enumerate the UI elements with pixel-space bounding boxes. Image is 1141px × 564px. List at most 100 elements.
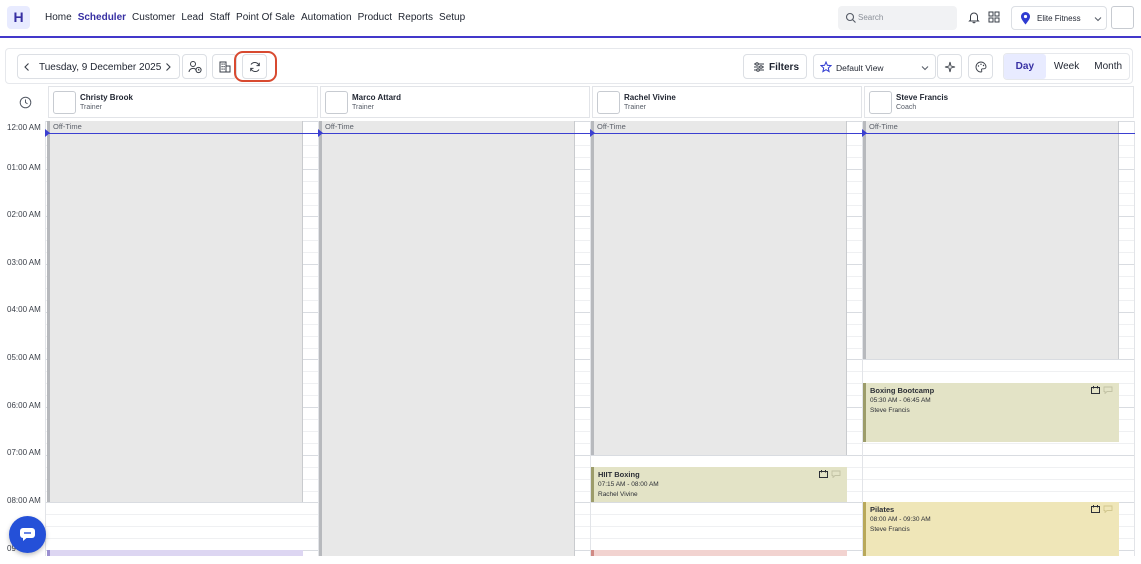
view-month-tab[interactable]: Month <box>1087 54 1129 79</box>
filters-label: Filters <box>769 62 800 73</box>
hour-label: 12:00 AM <box>7 123 41 132</box>
chat-icon <box>20 528 35 541</box>
hour-label: 01:00 AM <box>7 163 41 172</box>
current-time-marker <box>45 129 50 137</box>
hour-label: 02:00 AM <box>7 210 41 219</box>
event-time: 08:00 AM - 09:30 AM <box>870 516 931 523</box>
staff-role: Trainer <box>80 104 102 111</box>
calendar-icon <box>819 470 828 478</box>
location-selector[interactable]: Elite Fitness <box>1011 6 1107 30</box>
staff-role: Trainer <box>624 104 646 111</box>
app-logo[interactable]: H <box>7 6 30 29</box>
event-time: 05:30 AM - 06:45 AM <box>870 397 931 404</box>
event-title: Pilates <box>870 505 895 514</box>
palette-icon <box>975 61 987 73</box>
view-day-tab[interactable]: Day <box>1004 54 1046 79</box>
day-calendar: Christy Brook Trainer Marco Attard Train… <box>5 86 1135 556</box>
column-divider <box>1134 121 1135 556</box>
sliders-icon <box>754 62 764 72</box>
event-card[interactable] <box>47 550 303 556</box>
hour-label: 03:00 AM <box>7 258 41 267</box>
scheduler-toolbar: Tuesday, 9 December 2025 Filters Default… <box>5 48 1133 84</box>
staff-name: Marco Attard <box>352 93 402 102</box>
hour-label: 05:00 AM <box>7 353 41 362</box>
staff-name: Rachel Vivine <box>624 93 676 102</box>
hour-label: 06:00 AM <box>7 401 41 410</box>
nav-home[interactable]: Home <box>45 12 72 23</box>
staff-role: Coach <box>896 104 917 111</box>
hour-label: 08:00 AM <box>7 496 41 505</box>
star-icon <box>820 61 832 73</box>
search-icon <box>845 12 856 23</box>
calendar-icon <box>1091 505 1100 513</box>
offtime-label: Off-Time <box>325 122 354 131</box>
search-input[interactable]: Search <box>838 6 957 30</box>
user-avatar[interactable] <box>1111 6 1134 29</box>
location-pin-icon <box>1021 12 1030 25</box>
magic-button[interactable] <box>937 54 962 79</box>
refresh-highlight <box>234 51 277 82</box>
chevron-left-icon[interactable] <box>22 62 32 72</box>
nav-reports[interactable]: Reports <box>398 12 433 23</box>
sparkle-icon <box>944 61 956 73</box>
staff-avatar <box>325 91 348 114</box>
comment-icon <box>1103 505 1113 513</box>
filters-button[interactable]: Filters <box>743 54 807 79</box>
event-time: 07:15 AM - 08:00 AM <box>598 481 659 488</box>
event-staff: Steve Francis <box>870 407 910 414</box>
staff-column-header[interactable]: Rachel Vivine Trainer <box>592 86 862 118</box>
current-time-marker <box>862 129 867 137</box>
hour-label: 07:00 AM <box>7 448 41 457</box>
staff-avatar <box>53 91 76 114</box>
nav-scheduler[interactable]: Scheduler <box>78 12 126 23</box>
offtime-block[interactable]: Off-Time <box>863 121 1119 359</box>
staff-name: Steve Francis <box>896 93 949 102</box>
time-column-header <box>5 86 45 118</box>
chevron-right-icon[interactable] <box>163 62 173 72</box>
calendar-icon <box>1091 386 1100 394</box>
column-divider <box>45 121 46 556</box>
view-switcher: Day Week Month <box>1003 53 1130 80</box>
event-card[interactable] <box>591 550 847 556</box>
offtime-block[interactable]: Off-Time <box>591 121 847 455</box>
color-theme-button[interactable] <box>968 54 993 79</box>
nav-setup[interactable]: Setup <box>439 12 465 23</box>
current-date[interactable]: Tuesday, 9 December 2025 <box>39 62 161 73</box>
staff-column-header[interactable]: Marco Attard Trainer <box>320 86 590 118</box>
staff-avatar <box>597 91 620 114</box>
top-nav-bar: H Home Scheduler Customer Lead Staff Poi… <box>0 0 1141 38</box>
current-time-marker <box>318 129 323 137</box>
view-week-tab[interactable]: Week <box>1046 54 1088 79</box>
staff-name: Christy Brook <box>80 93 133 102</box>
chevron-down-icon <box>921 66 929 71</box>
event-card[interactable]: Boxing Bootcamp 05:30 AM - 06:45 AM Stev… <box>863 383 1119 442</box>
nav-lead[interactable]: Lead <box>181 12 203 23</box>
clock-icon <box>19 96 32 109</box>
staff-column-header[interactable]: Christy Brook Trainer <box>48 86 318 118</box>
staff-column-header[interactable]: Steve Francis Coach <box>864 86 1134 118</box>
user-clock-icon <box>188 61 202 74</box>
chat-support-button[interactable] <box>9 516 46 553</box>
building-icon <box>219 61 231 73</box>
nav-automation[interactable]: Automation <box>301 12 352 23</box>
event-card[interactable]: Pilates 08:00 AM - 09:30 AM Steve Franci… <box>863 502 1119 556</box>
nav-customer[interactable]: Customer <box>132 12 175 23</box>
staff-availability-button[interactable] <box>182 54 207 79</box>
view-select[interactable]: Default View <box>813 54 936 79</box>
time-grid[interactable]: 12:00 AM 01:00 AM 02:00 AM 03:00 AM 04:0… <box>5 121 1135 556</box>
chevron-down-icon <box>1094 17 1102 22</box>
offtime-label: Off-Time <box>597 122 626 131</box>
apps-grid-icon[interactable] <box>987 10 1001 24</box>
staff-avatar <box>869 91 892 114</box>
offtime-block[interactable]: Off-Time <box>47 121 303 502</box>
bell-icon[interactable] <box>967 10 981 24</box>
nav-product[interactable]: Product <box>358 12 392 23</box>
nav-point-of-sale[interactable]: Point Of Sale <box>236 12 295 23</box>
nav-staff[interactable]: Staff <box>210 12 230 23</box>
offtime-block[interactable]: Off-Time <box>319 121 575 556</box>
event-staff: Steve Francis <box>870 526 910 533</box>
search-placeholder: Search <box>858 13 884 22</box>
event-staff: Rachel Vivine <box>598 491 638 498</box>
event-card[interactable]: HIIT Boxing 07:15 AM - 08:00 AM Rachel V… <box>591 467 847 502</box>
event-title: HIIT Boxing <box>598 470 640 479</box>
